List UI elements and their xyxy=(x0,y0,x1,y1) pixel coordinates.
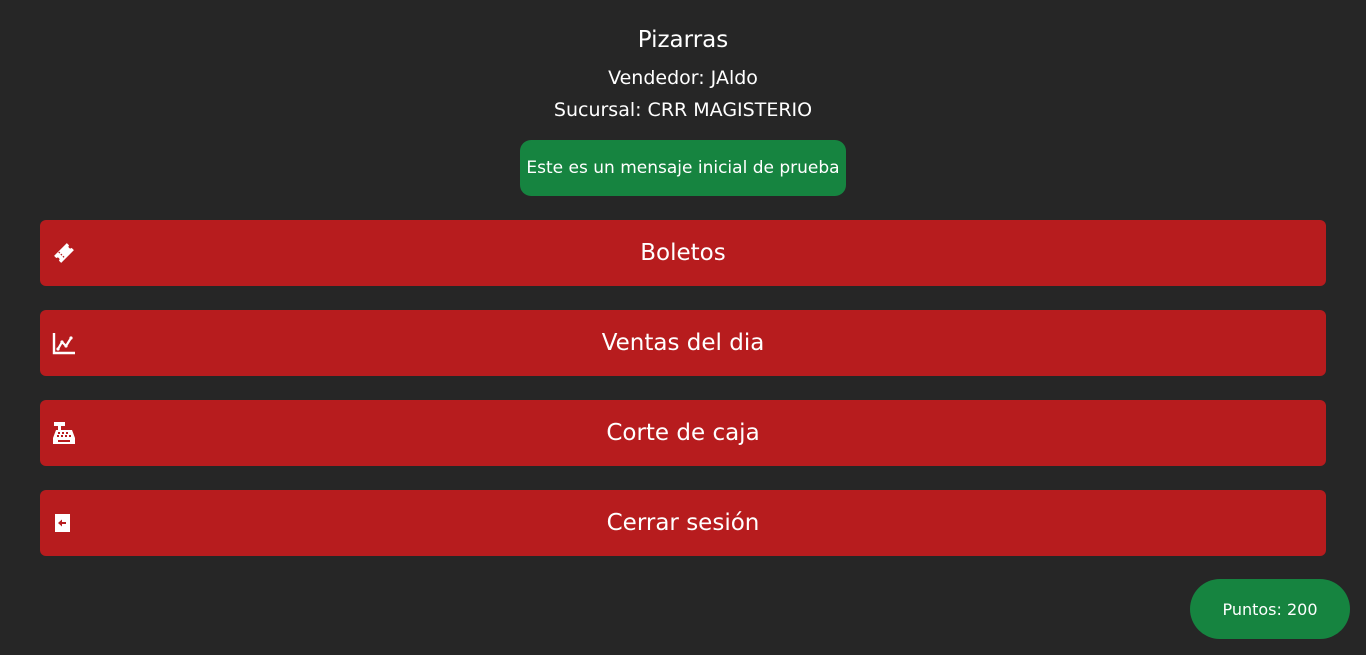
cerrar-sesion-label: Cerrar sesión xyxy=(606,510,760,536)
initial-message-banner: Este es un mensaje inicial de prueba xyxy=(520,140,846,196)
corte-de-caja-label: Corte de caja xyxy=(606,420,760,446)
ventas-del-dia-button[interactable]: Ventas del dia xyxy=(40,310,1326,376)
app-screen: Pizarras Vendedor: JAldo Sucursal: CRR M… xyxy=(0,0,1366,655)
cerrar-sesion-button[interactable]: Cerrar sesión xyxy=(40,490,1326,556)
branch-label: Sucursal: CRR MAGISTERIO xyxy=(553,99,813,121)
points-badge-button[interactable]: Puntos: 200 xyxy=(1190,579,1350,639)
page-title: Pizarras xyxy=(637,27,729,53)
vendor-label: Vendedor: JAldo xyxy=(608,67,758,89)
ventas-del-dia-label: Ventas del dia xyxy=(601,330,765,356)
boletos-button[interactable]: Boletos xyxy=(40,220,1326,286)
logout-icon xyxy=(52,511,76,535)
cash-register-icon xyxy=(52,421,76,445)
corte-de-caja-button[interactable]: Corte de caja xyxy=(40,400,1326,466)
boletos-label: Boletos xyxy=(640,240,726,266)
chart-line-icon xyxy=(52,331,76,355)
ticket-icon xyxy=(52,241,76,265)
